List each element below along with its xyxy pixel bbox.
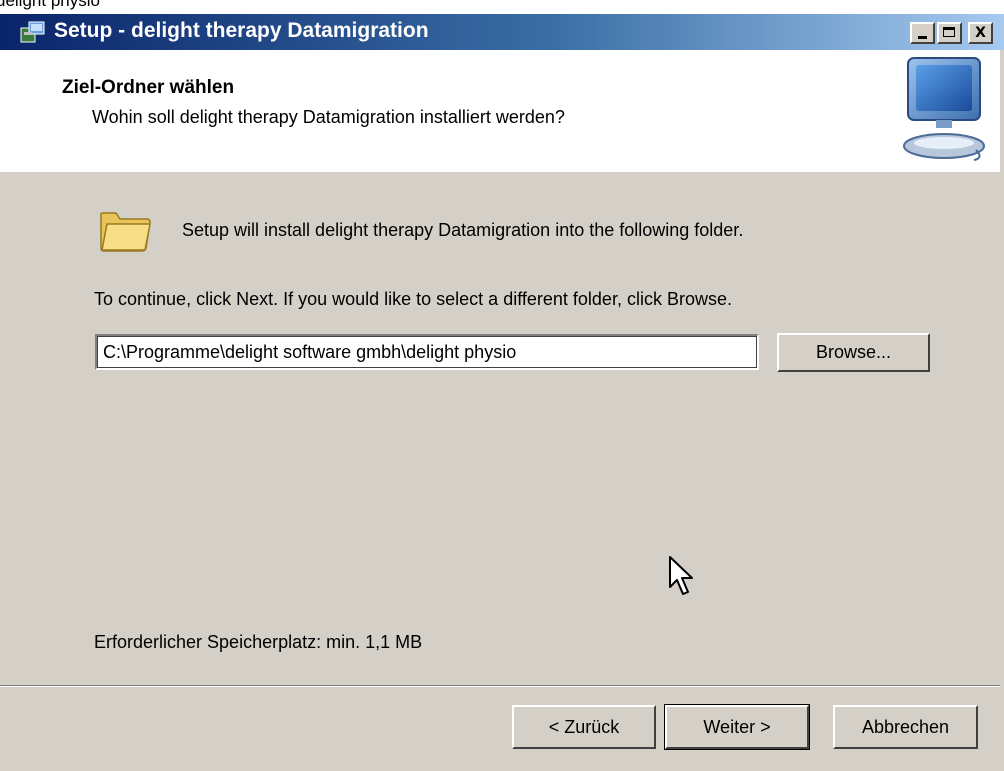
background-window-strip: delight physio <box>0 0 1004 14</box>
close-button[interactable]: X <box>968 22 993 44</box>
page-title: Ziel-Ordner wählen <box>62 77 235 98</box>
next-button[interactable]: Weiter > <box>664 704 810 750</box>
background-window-text: delight physio <box>0 0 100 10</box>
cancel-button[interactable]: Abbrechen <box>833 705 978 749</box>
window-title: Setup - delight therapy Datamigration <box>54 19 429 42</box>
wizard-footer: < Zurück Weiter > Abbrechen <box>0 685 1004 771</box>
mouse-cursor-icon <box>669 556 693 595</box>
minimize-icon <box>918 36 927 39</box>
wizard-content: Setup will install delight therapy Datam… <box>0 172 1004 685</box>
install-path-input[interactable] <box>95 334 759 370</box>
continue-instructions: To continue, click Next. If you would li… <box>94 289 732 309</box>
footer-divider-highlight <box>0 686 1004 687</box>
browse-button[interactable]: Browse... <box>777 333 930 372</box>
close-icon: X <box>975 25 986 41</box>
setup-app-icon <box>20 21 45 43</box>
computer-icon <box>903 57 985 161</box>
folder-icon <box>100 212 151 252</box>
minimize-button[interactable] <box>910 22 935 44</box>
back-button[interactable]: < Zurück <box>512 705 656 749</box>
page-subtitle: Wohin soll delight therapy Datamigration… <box>92 107 565 127</box>
install-description: Setup will install delight therapy Datam… <box>182 220 744 240</box>
required-space-label: Erforderlicher Speicherplatz: min. 1,1 M… <box>94 632 423 652</box>
title-bar[interactable]: Setup - delight therapy Datamigration X <box>0 14 1004 50</box>
maximize-button[interactable] <box>937 22 962 44</box>
wizard-header: Ziel-Ordner wählen Wohin soll delight th… <box>0 50 1004 172</box>
window-right-edge <box>1000 50 1004 771</box>
maximize-icon <box>943 27 955 37</box>
